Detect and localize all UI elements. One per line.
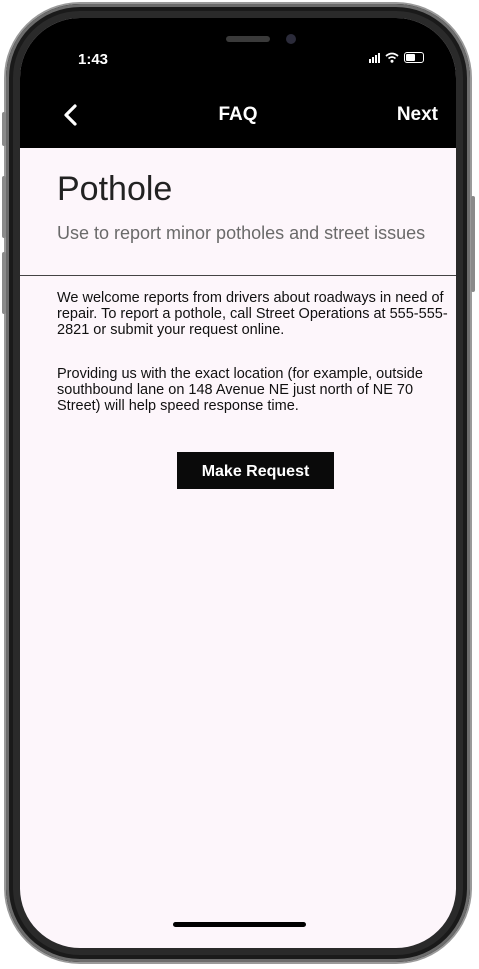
make-request-button[interactable]: Make Request (177, 452, 334, 489)
battery-icon (404, 52, 424, 63)
nav-title: FAQ (218, 104, 258, 125)
page-title: Pothole (57, 170, 173, 208)
header-bar: 1:43 FAQ Next (20, 18, 456, 148)
notch (138, 18, 338, 62)
screen: 1:43 FAQ Next Pothole Use to report mino… (20, 18, 456, 948)
next-button[interactable]: Next (397, 104, 438, 126)
speaker-grille (226, 36, 270, 42)
divider (20, 275, 456, 276)
page-subtitle: Use to report minor potholes and street … (57, 223, 426, 243)
status-icons (369, 52, 424, 63)
power-button (471, 196, 475, 292)
paragraph: We welcome reports from drivers about ro… (57, 290, 448, 338)
cellular-signal-icon (369, 52, 380, 63)
volume-up-button (2, 176, 6, 238)
silent-switch (2, 112, 6, 146)
volume-down-button (2, 252, 6, 314)
status-time: 1:43 (78, 51, 109, 68)
paragraph: Providing us with the exact location (fo… (57, 366, 423, 414)
front-camera (286, 34, 296, 44)
home-indicator[interactable] (173, 922, 306, 927)
wifi-icon (385, 52, 399, 63)
